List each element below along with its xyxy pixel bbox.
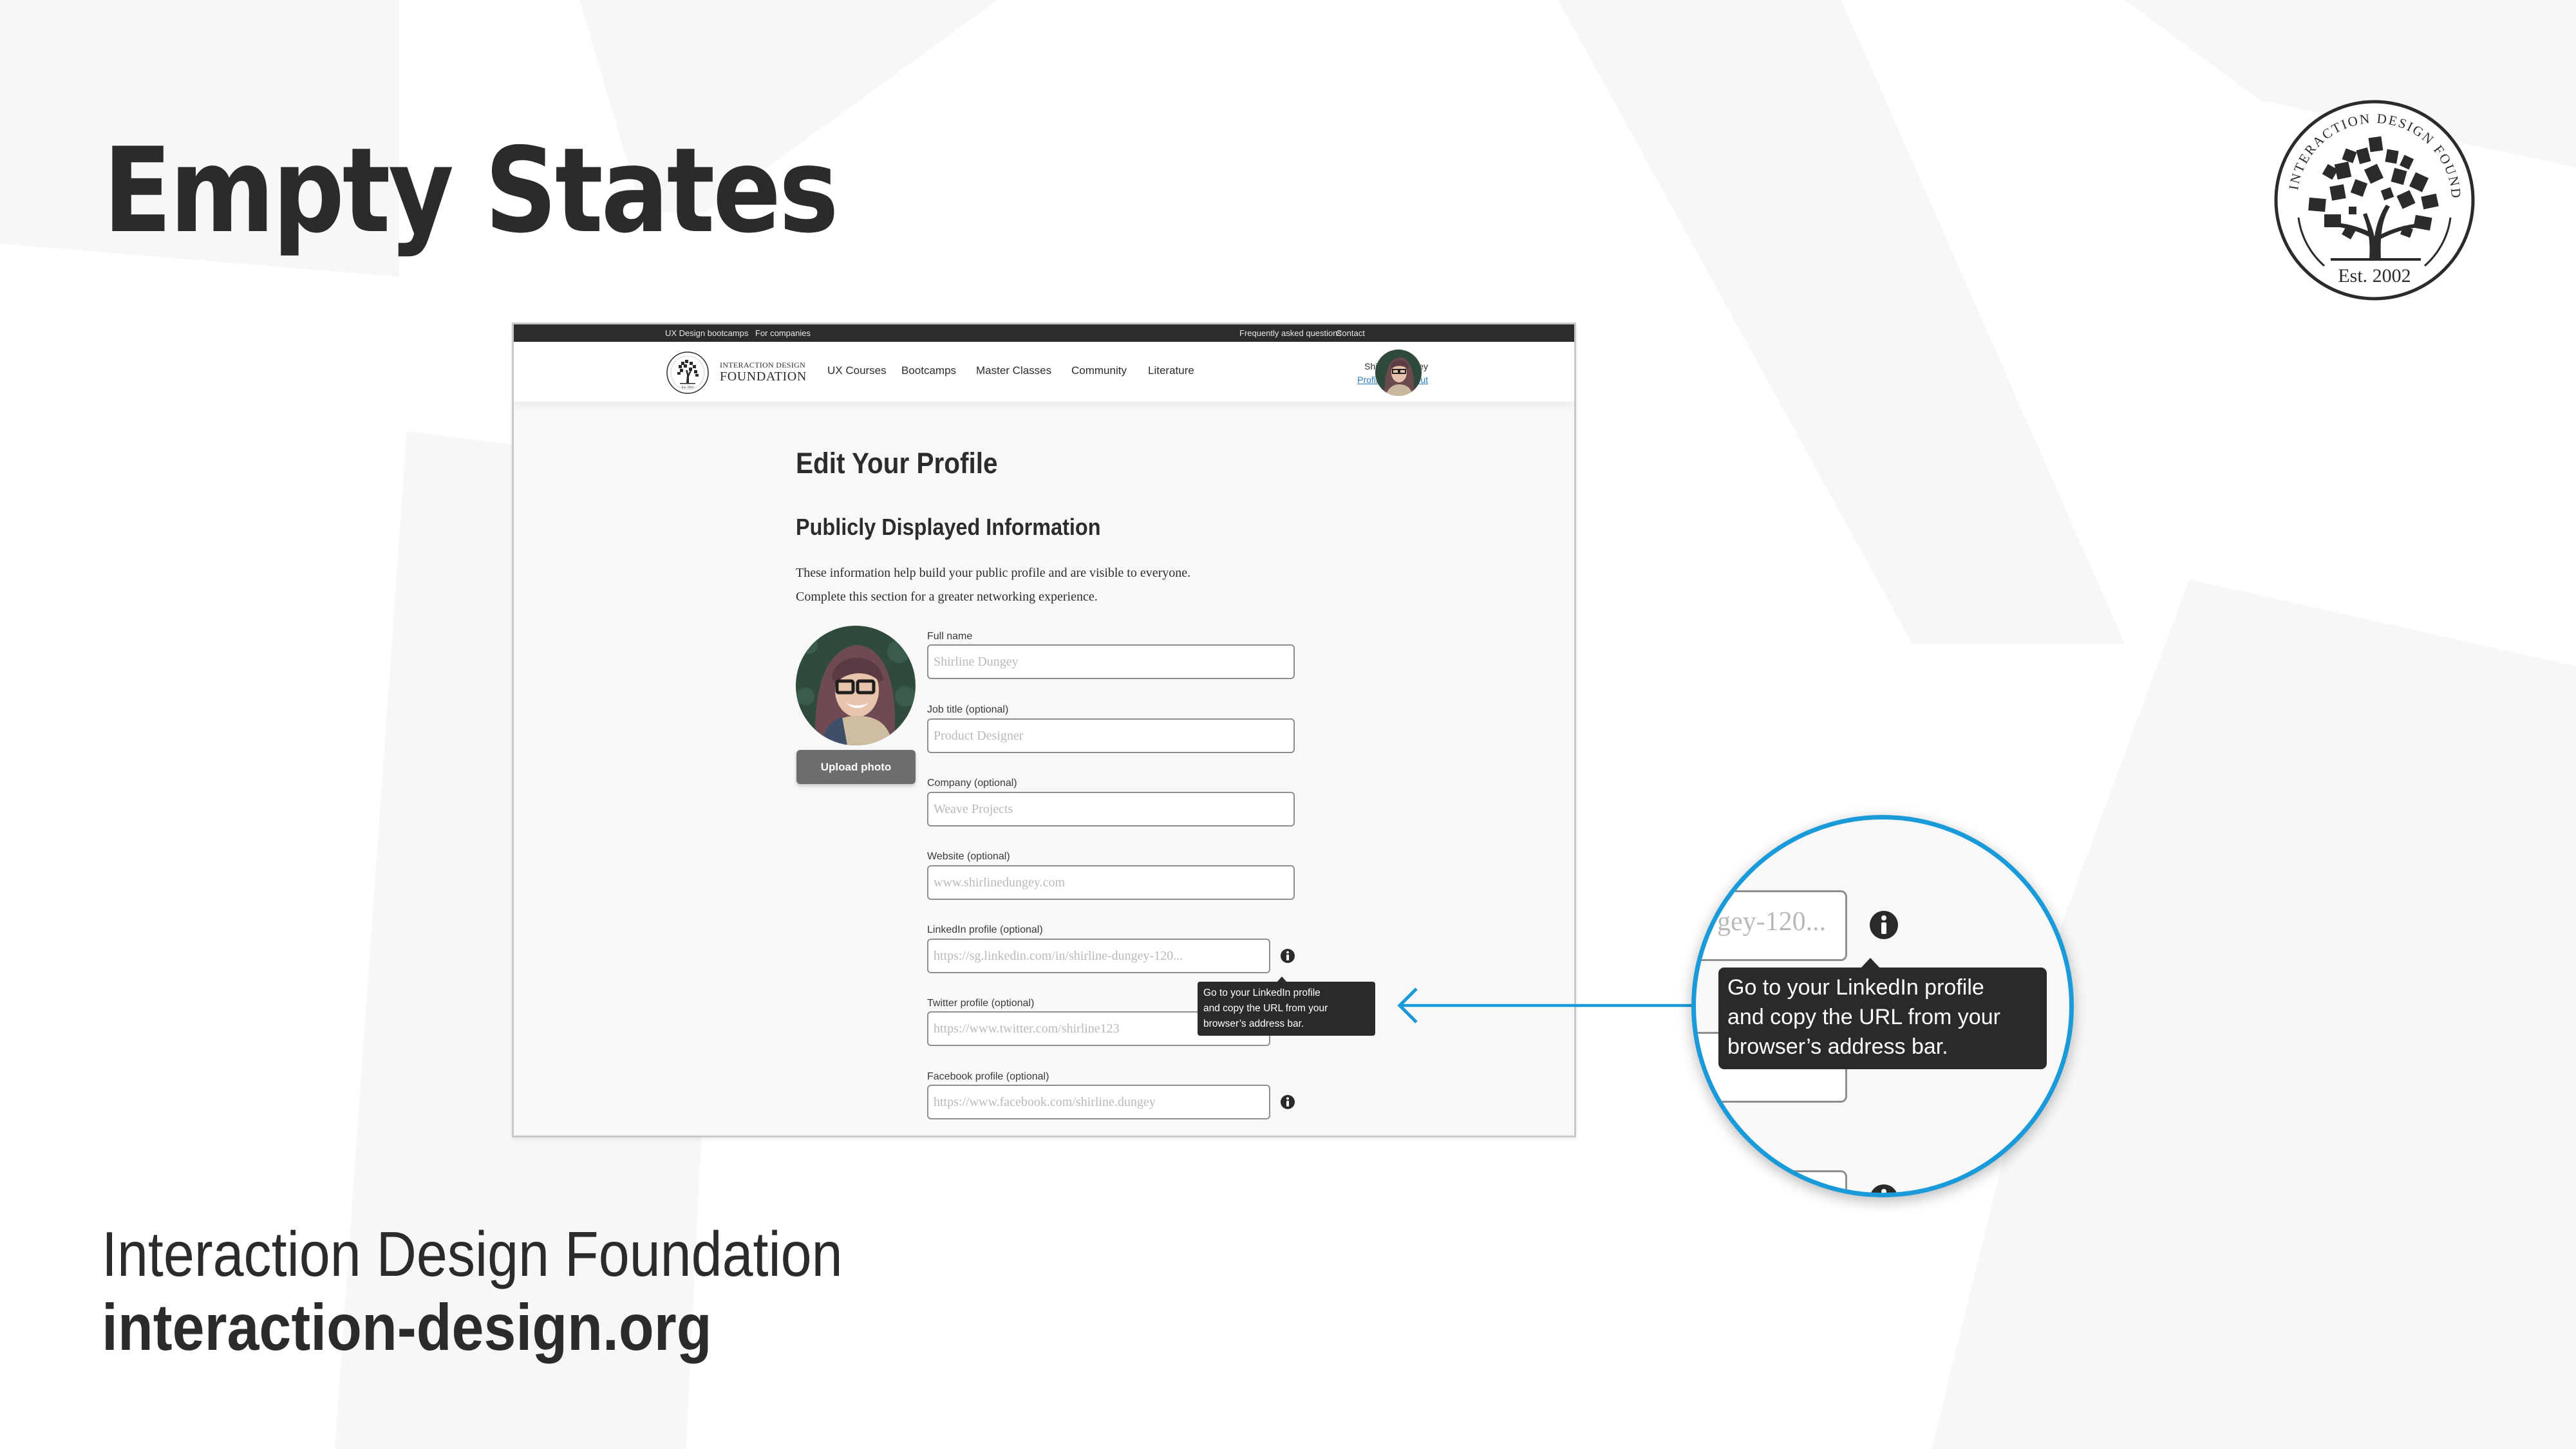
svg-text:Est. 2002: Est. 2002 — [2338, 265, 2411, 286]
full-name-label: Full name — [927, 631, 973, 642]
nav-master-classes[interactable]: Master Classes — [976, 364, 1051, 377]
svg-text:Est. 2002: Est. 2002 — [682, 386, 694, 389]
profile-photo — [796, 626, 916, 745]
topbar-link-faq[interactable]: Frequently asked questions — [1239, 328, 1342, 338]
topbar-link-contact[interactable]: Contact — [1336, 328, 1365, 338]
facebook-input[interactable] — [927, 1085, 1270, 1119]
full-name-input[interactable] — [927, 644, 1295, 679]
nav-bootcamps[interactable]: Bootcamps — [901, 364, 956, 377]
website-input[interactable] — [927, 865, 1295, 900]
magnified-info-icon — [1870, 1184, 1897, 1193]
callout-arrow-icon — [1397, 987, 1697, 1024]
topbar-link-for-companies[interactable]: For companies — [755, 328, 811, 338]
topbar-link-ux-design-bootcamps[interactable]: UX Design bootcamps — [665, 328, 748, 338]
linkedin-label: LinkedIn profile (optional) — [927, 924, 1043, 935]
nav-community[interactable]: Community — [1071, 364, 1127, 377]
linkedin-info-icon[interactable] — [1280, 948, 1295, 964]
magnifier-callout: gey-120... Go to your LinkedIn profile a… — [1691, 815, 2074, 1197]
magnified-info-icon — [1870, 911, 1898, 939]
company-input[interactable] — [927, 792, 1295, 827]
linkedin-tooltip: Go to your LinkedIn profile and copy the… — [1198, 982, 1375, 1036]
upload-photo-button[interactable]: Upload photo — [796, 750, 916, 784]
user-avatar[interactable] — [1375, 350, 1422, 396]
section-description: These information help build your public… — [796, 566, 1191, 604]
idf-logo-icon: INTERACTION DESIGN FOUNDATION Est. 2002 — [2273, 98, 2475, 301]
section-title: Publicly Displayed Information — [796, 514, 1101, 540]
site-header: Est. 2002 INTERACTION DESIGN FOUNDATION … — [514, 342, 1574, 402]
company-label: Company (optional) — [927, 778, 1017, 789]
magnified-tooltip-pointer — [1861, 958, 1880, 968]
job-title-input[interactable] — [927, 718, 1295, 753]
facebook-label: Facebook profile (optional) — [927, 1071, 1049, 1082]
magnified-facebook-input — [1696, 1170, 1847, 1193]
linkedin-input[interactable] — [927, 939, 1270, 973]
twitter-label: Twitter profile (optional) — [927, 998, 1035, 1009]
page-title: Edit Your Profile — [796, 447, 998, 480]
facebook-info-icon[interactable] — [1280, 1094, 1295, 1110]
magnified-linkedin-input: gey-120... — [1696, 890, 1847, 961]
site-topbar: UX Design bootcamps For companies Freque… — [514, 324, 1574, 342]
site-wordmark[interactable]: INTERACTION DESIGN FOUNDATION — [720, 361, 807, 383]
site-logo-icon[interactable]: Est. 2002 — [666, 351, 710, 395]
nav-literature[interactable]: Literature — [1148, 364, 1194, 377]
website-label: Website (optional) — [927, 851, 1010, 862]
footer-url[interactable]: interaction-design.org — [102, 1290, 712, 1365]
footer-organization: Interaction Design Foundation — [102, 1219, 843, 1289]
nav-ux-courses[interactable]: UX Courses — [827, 364, 887, 377]
magnified-tooltip: Go to your LinkedIn profile and copy the… — [1718, 968, 2047, 1069]
slide-title: Empty States — [103, 122, 839, 259]
job-title-label: Job title (optional) — [927, 704, 1009, 715]
